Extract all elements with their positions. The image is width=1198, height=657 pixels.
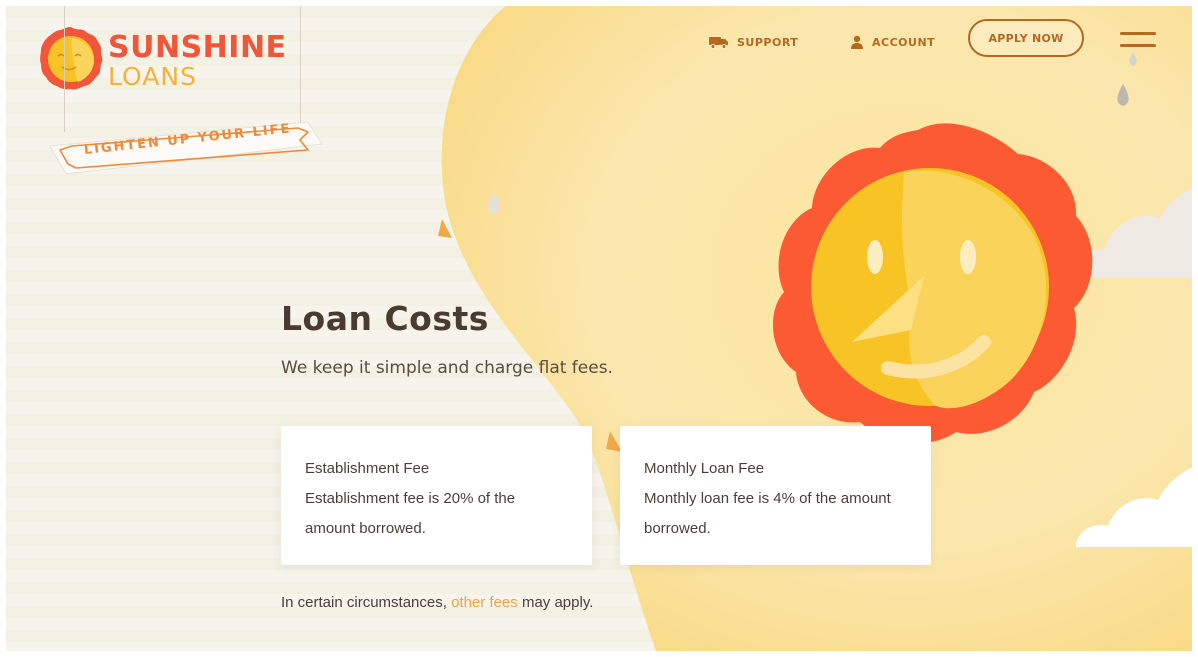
page-title: Loan Costs (281, 299, 489, 338)
menu-bar (1120, 44, 1156, 47)
banner-rope (64, 6, 65, 132)
background-illustration (438, 6, 1192, 651)
account-label: ACCOUNT (872, 35, 936, 49)
account-link[interactable]: ACCOUNT (850, 32, 935, 52)
support-label: SUPPORT (737, 35, 799, 49)
footnote-suffix: may apply. (517, 594, 594, 611)
footnote-prefix: In certain circumstances, (281, 594, 452, 611)
page-subtitle: We keep it simple and charge flat fees. (281, 358, 613, 378)
support-link[interactable]: SUPPORT (709, 32, 798, 52)
fee-card-title: Establishment Fee (305, 460, 430, 477)
brand-name-line1: SUNSHINE (108, 30, 287, 65)
monthly-loan-fee-card: Monthly Loan Fee Monthly loan fee is 4% … (620, 426, 931, 565)
hamburger-menu-icon[interactable] (1120, 30, 1156, 52)
fee-card-title: Monthly Loan Fee (644, 460, 765, 477)
establishment-fee-card: Establishment Fee Establishment fee is 2… (281, 426, 592, 565)
person-icon (851, 35, 863, 49)
apply-now-button[interactable]: APPLY NOW (968, 19, 1084, 57)
menu-bar (1120, 32, 1156, 35)
sun-logo-icon (40, 27, 103, 90)
fee-card-description: Monthly loan fee is 4% of the amount bor… (644, 490, 891, 537)
confetti-shape (438, 219, 452, 238)
other-fees-link[interactable]: other fees (451, 594, 518, 611)
brand-logo[interactable]: SUNSHINE LOANS (38, 26, 298, 96)
brand-name-line2: LOANS (108, 62, 197, 91)
page-canvas: SUNSHINE LOANS LIGHTEN UP YOUR LIFE SUPP… (6, 6, 1192, 651)
truck-icon (709, 37, 728, 49)
fee-card-description: Establishment fee is 20% of the amount b… (305, 490, 516, 537)
banner-rope (300, 6, 301, 124)
fees-footnote: In certain circumstances, other fees may… (281, 594, 593, 611)
